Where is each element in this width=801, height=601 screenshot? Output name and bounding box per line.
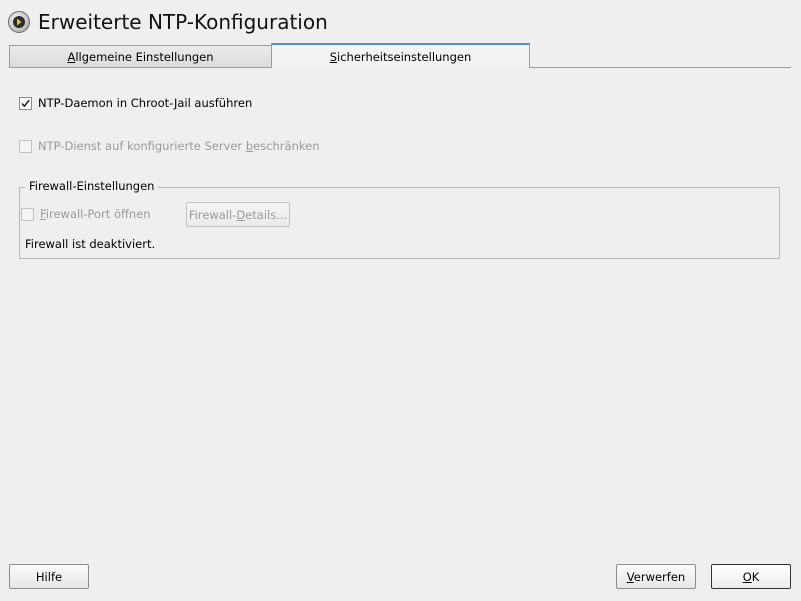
firewall-details-label: Firewall-Details... xyxy=(188,207,288,222)
firewall-port-checkbox-row: Firewall-Port öffnen xyxy=(21,207,151,221)
cancel-button-label: Verwerfen xyxy=(626,569,686,584)
yast-clock-arrow-icon xyxy=(8,11,30,33)
ok-button-label: OK xyxy=(742,569,760,584)
tab-general-settings-label: Allgemeine Einstellungen xyxy=(67,49,214,64)
restrict-servers-checkbox-row: NTP-Dienst auf konfigurierte Server besc… xyxy=(19,139,319,153)
cancel-button[interactable]: Verwerfen xyxy=(616,564,696,589)
tab-security-settings[interactable]: Sicherheitseinstellungen xyxy=(271,43,530,68)
firewall-status-text: Firewall ist deaktiviert. xyxy=(25,237,156,251)
help-button[interactable]: Hilfe xyxy=(9,564,89,589)
ntp-advanced-config-window: Erweiterte NTP-Konfiguration Allgemeine … xyxy=(0,0,801,601)
tab-security-settings-label: Sicherheitseinstellungen xyxy=(329,49,472,64)
firewall-details-button: Firewall-Details... xyxy=(186,202,290,227)
chroot-jail-checkbox[interactable] xyxy=(19,96,32,110)
title-row: Erweiterte NTP-Konfiguration xyxy=(8,9,328,35)
restrict-servers-label: NTP-Dienst auf konfigurierte Server besc… xyxy=(38,139,320,153)
ok-button[interactable]: OK xyxy=(711,564,791,589)
restrict-servers-checkbox xyxy=(19,139,32,153)
help-button-label: Hilfe xyxy=(35,569,63,584)
tab-general-settings[interactable]: Allgemeine Einstellungen xyxy=(9,45,271,67)
firewall-port-label: Firewall-Port öffnen xyxy=(40,207,151,221)
firewall-group-title: Firewall-Einstellungen xyxy=(25,179,159,193)
chroot-jail-label: NTP-Daemon in Chroot-Jail ausführen xyxy=(38,96,253,110)
checkmark-icon xyxy=(21,99,30,107)
page-title: Erweiterte NTP-Konfiguration xyxy=(38,10,328,34)
firewall-port-checkbox xyxy=(21,207,34,221)
chroot-jail-checkbox-row[interactable]: NTP-Daemon in Chroot-Jail ausführen xyxy=(19,96,252,110)
tab-bar: Allgemeine Einstellungen Sicherheitseins… xyxy=(9,43,791,68)
